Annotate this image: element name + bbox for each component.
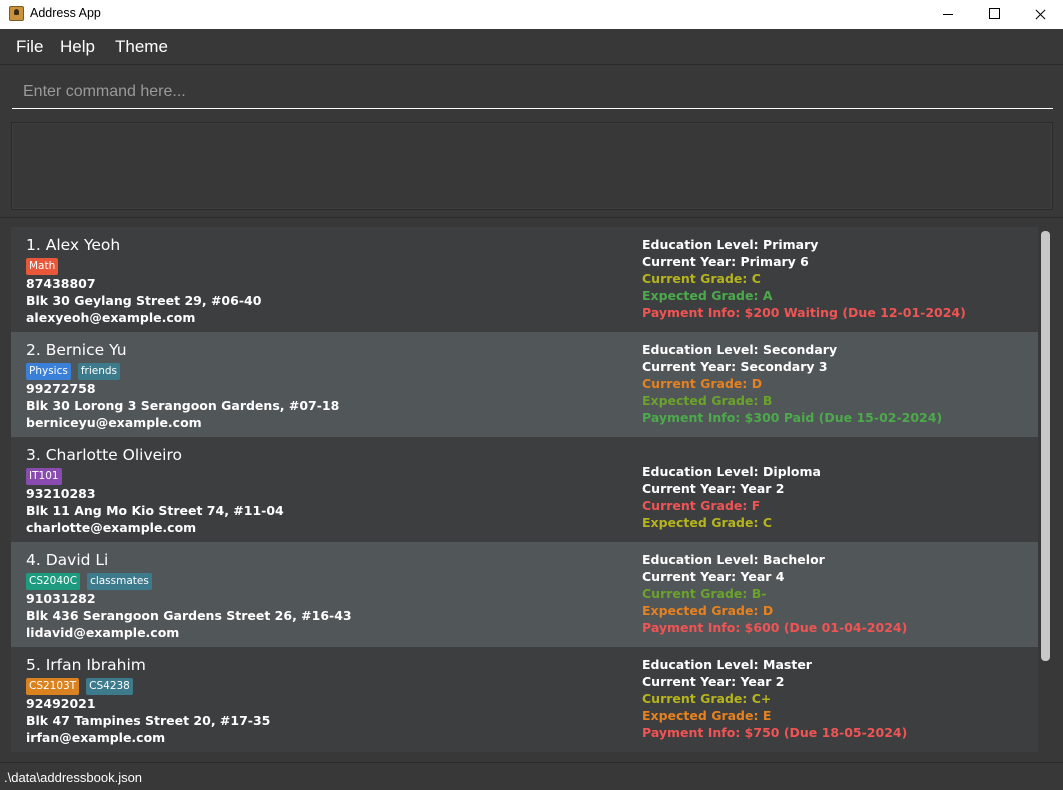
person-name: 1. Alex Yeoh xyxy=(26,236,121,254)
person-phone: 92492021 xyxy=(26,696,96,711)
person-name: 3. Charlotte Oliveiro xyxy=(26,446,182,464)
tag-list: IT101 xyxy=(26,468,62,485)
person-email: irfan@example.com xyxy=(26,730,166,745)
tuition-info-line: Education Level: Secondary xyxy=(642,342,838,357)
person-card[interactable]: 3. Charlotte Oliveiro IT101 93210283 Blk 11… xyxy=(11,437,1038,542)
tuition-info-line: Current Grade: F xyxy=(642,498,761,513)
person-card[interactable]: 1. Alex Yeoh Math 87438807 Blk 30 Geylang S… xyxy=(11,227,1038,332)
person-address: Blk 30 Geylang Street 29, #06-40 xyxy=(26,293,262,308)
tuition-info-line: Current Grade: D xyxy=(642,376,763,391)
tuition-info-line: Current Year: Year 2 xyxy=(642,674,785,689)
tuition-info-line: Payment Info: $600 (Due 01-04-2024) xyxy=(642,620,908,635)
tuition-info-line: Current Year: Year 4 xyxy=(642,569,785,584)
menu-help[interactable]: Help xyxy=(60,37,95,57)
menu-theme[interactable]: Theme xyxy=(115,37,168,57)
person-phone: 93210283 xyxy=(26,486,96,501)
list-scrollbar[interactable] xyxy=(1041,231,1050,661)
menu-bar: File Help Theme xyxy=(0,29,1063,65)
tag-badge: friends xyxy=(77,363,121,380)
tuition-info-line: Education Level: Diploma xyxy=(642,464,821,479)
command-box xyxy=(0,66,1063,116)
close-button[interactable] xyxy=(1017,0,1063,29)
tuition-info-line: Education Level: Master xyxy=(642,657,812,672)
tuition-info-line: Expected Grade: E xyxy=(642,708,772,723)
tuition-info-line: Payment Info: $300 Paid (Due 15-02-2024) xyxy=(642,410,943,425)
person-name: 4. David Li xyxy=(26,551,109,569)
person-card[interactable]: 2. Bernice Yu Physics friends 99272758 Blk 3… xyxy=(11,332,1038,437)
tag-badge: Math xyxy=(26,258,59,275)
window-title: Address App xyxy=(30,6,101,20)
tuition-info-line: Current Grade: C xyxy=(642,271,761,286)
tag-list: Math xyxy=(26,258,59,275)
tuition-info-line: Education Level: Bachelor xyxy=(642,552,825,567)
title-bar: Address App xyxy=(0,0,1063,29)
tuition-info-line: Payment Info: $200 Waiting (Due 12-01-20… xyxy=(642,305,966,320)
tuition-info-line: Education Level: Primary xyxy=(642,237,819,252)
person-email: charlotte@example.com xyxy=(26,520,197,535)
person-phone: 87438807 xyxy=(26,276,96,291)
person-phone: 91031282 xyxy=(26,591,96,606)
person-address: Blk 11 Ang Mo Kio Street 74, #11-04 xyxy=(26,503,284,518)
command-input[interactable] xyxy=(12,76,1053,109)
tuition-info-line: Expected Grade: A xyxy=(642,288,773,303)
tag-badge: CS2040C xyxy=(26,573,81,590)
tuition-info-line: Expected Grade: D xyxy=(642,603,774,618)
address-book-icon xyxy=(9,6,24,21)
tag-badge: CS2103T xyxy=(26,678,80,695)
menu-file[interactable]: File xyxy=(16,37,43,57)
tag-badge: IT101 xyxy=(26,468,62,485)
minimize-button[interactable] xyxy=(925,0,971,29)
tuition-info-line: Expected Grade: B xyxy=(642,393,773,408)
save-file-path: .\data\addressbook.json xyxy=(4,770,143,785)
tag-list: CS2040C classmates xyxy=(26,573,152,590)
person-card[interactable]: 5. Irfan Ibrahim CS2103T CS4238 92492021 Blk… xyxy=(11,647,1038,752)
status-bar: .\data\addressbook.json xyxy=(0,762,1063,790)
tuition-info-line: Current Year: Year 2 xyxy=(642,481,785,496)
tag-list: CS2103T CS4238 xyxy=(26,678,133,695)
tuition-info-line: Current Grade: B- xyxy=(642,586,767,601)
tuition-info-line: Current Grade: C+ xyxy=(642,691,772,706)
person-name: 5. Irfan Ibrahim xyxy=(26,656,146,674)
person-email: lidavid@example.com xyxy=(26,625,180,640)
person-name: 2. Bernice Yu xyxy=(26,341,127,359)
tag-badge: Physics xyxy=(26,363,71,380)
tag-badge: CS4238 xyxy=(86,678,133,695)
person-address: Blk 47 Tampines Street 20, #17-35 xyxy=(26,713,271,728)
person-email: alexyeoh@example.com xyxy=(26,310,196,325)
person-card[interactable]: 4. David Li CS2040C classmates 91031282 Blk … xyxy=(11,542,1038,647)
tag-list: Physics friends xyxy=(26,363,121,380)
maximize-button[interactable] xyxy=(971,0,1017,29)
tuition-info-line: Current Year: Secondary 3 xyxy=(642,359,828,374)
person-email: berniceyu@example.com xyxy=(26,415,202,430)
tuition-info-line: Expected Grade: C xyxy=(642,515,772,530)
person-address: Blk 436 Serangoon Gardens Street 26, #16… xyxy=(26,608,352,623)
tuition-info-line: Payment Info: $750 (Due 18-05-2024) xyxy=(642,725,908,740)
person-phone: 99272758 xyxy=(26,381,96,396)
result-display xyxy=(11,122,1053,210)
tag-badge: classmates xyxy=(87,573,152,590)
tuition-info-line: Current Year: Primary 6 xyxy=(642,254,809,269)
person-address: Blk 30 Lorong 3 Serangoon Gardens, #07-1… xyxy=(26,398,340,413)
